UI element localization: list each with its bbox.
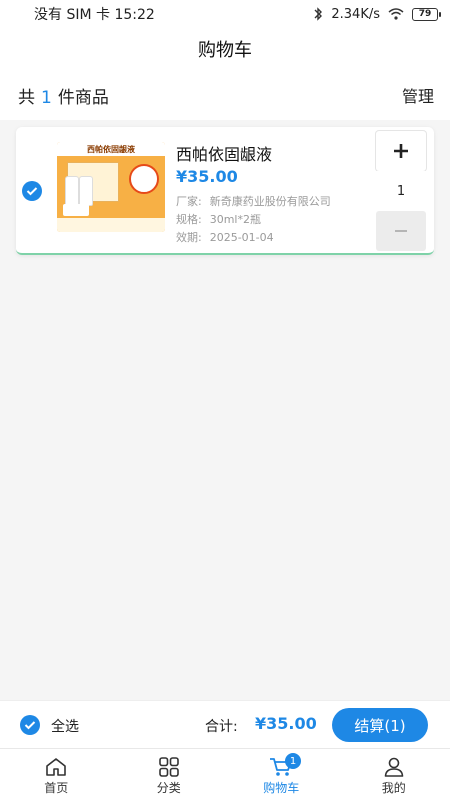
count-prefix: 共 xyxy=(18,87,35,108)
battery-icon: 79 xyxy=(412,7,441,21)
tab-cart-label: 购物车 xyxy=(263,781,300,795)
tab-profile-label: 我的 xyxy=(381,781,406,795)
decrease-quantity-button[interactable] xyxy=(376,211,426,251)
expiry-label: 效期: xyxy=(176,231,202,244)
grid-icon xyxy=(158,757,179,777)
manufacturer-value: 新奇康药业股份有限公司 xyxy=(209,195,331,208)
minus-icon xyxy=(395,230,407,232)
net-speed: 2.34K/s xyxy=(331,6,380,22)
bottle-graphic xyxy=(65,176,79,206)
product-image[interactable]: 西帕依固龈液 xyxy=(57,142,165,232)
carrier-time: 没有 SIM 卡 15:22 xyxy=(34,7,155,23)
cart-badge: 1 xyxy=(285,753,301,769)
product-price: ¥35.00 xyxy=(176,167,238,186)
spec-label: 规格: xyxy=(176,213,202,226)
count-suffix: 件商品 xyxy=(57,87,109,108)
wifi-icon xyxy=(388,8,404,20)
product-image-footer xyxy=(57,218,165,232)
battery-level: 79 xyxy=(418,9,432,19)
item-count: 1 xyxy=(41,87,52,108)
tab-home-label: 首页 xyxy=(44,781,69,795)
tab-profile[interactable]: 我的 xyxy=(338,749,450,800)
checkout-bar: 全选 合计: ¥35.00 结算(1) xyxy=(0,700,450,748)
status-icons: 2.34K/s 79 xyxy=(313,6,441,22)
select-all-label[interactable]: 全选 xyxy=(51,716,79,736)
bottom-tab-bar: 首页 分类 1 购物车 我的 xyxy=(0,748,450,800)
plus-icon xyxy=(394,144,408,158)
tab-home[interactable]: 首页 xyxy=(0,749,113,800)
spec-value: 30ml*2瓶 xyxy=(209,213,261,226)
product-expiry: 效期: 2025-01-04 xyxy=(176,229,274,245)
item-select-checkbox[interactable] xyxy=(22,181,42,201)
page-title: 购物车 xyxy=(198,40,252,61)
price-tag-graphic xyxy=(63,204,89,216)
promo-seal-graphic xyxy=(129,164,159,194)
product-manufacturer: 厂家: 新奇康药业股份有限公司 xyxy=(176,193,331,209)
total-value: ¥35.00 xyxy=(255,714,317,733)
cart-summary-bar: 共 1 件商品 管理 xyxy=(0,70,450,120)
checkout-button[interactable]: 结算(1) xyxy=(332,708,428,742)
tab-category-label: 分类 xyxy=(156,781,181,795)
status-bar: 没有 SIM 卡 15:22 2.34K/s 79 xyxy=(0,0,450,28)
bluetooth-icon xyxy=(314,7,323,21)
product-spec: 规格: 30ml*2瓶 xyxy=(176,211,261,227)
quantity-stepper: 1 xyxy=(376,131,426,253)
quantity-value[interactable]: 1 xyxy=(376,171,426,211)
product-image-title: 西帕依固龈液 xyxy=(57,142,165,156)
cart-item[interactable]: 西帕依固龈液 西帕依固龈液 ¥35.00 厂家: 新奇康药业股份有限公司 规格: 3… xyxy=(16,127,434,255)
item-count-text: 共 1 件商品 xyxy=(18,83,109,108)
manage-button[interactable]: 管理 xyxy=(402,83,434,107)
select-all-checkbox[interactable] xyxy=(20,715,40,735)
page-header: 购物车 xyxy=(0,28,450,70)
home-icon xyxy=(46,758,67,776)
manufacturer-label: 厂家: xyxy=(176,195,202,208)
increase-quantity-button[interactable] xyxy=(376,131,426,171)
user-icon xyxy=(384,757,404,777)
expiry-value: 2025-01-04 xyxy=(209,231,274,244)
check-icon xyxy=(24,721,36,730)
tab-cart[interactable]: 1 购物车 xyxy=(225,749,338,800)
tab-category[interactable]: 分类 xyxy=(113,749,226,800)
product-name[interactable]: 西帕依固龈液 xyxy=(176,141,272,165)
bottle-graphic xyxy=(79,176,93,206)
check-icon xyxy=(26,187,38,196)
total-label: 合计: xyxy=(205,719,238,735)
